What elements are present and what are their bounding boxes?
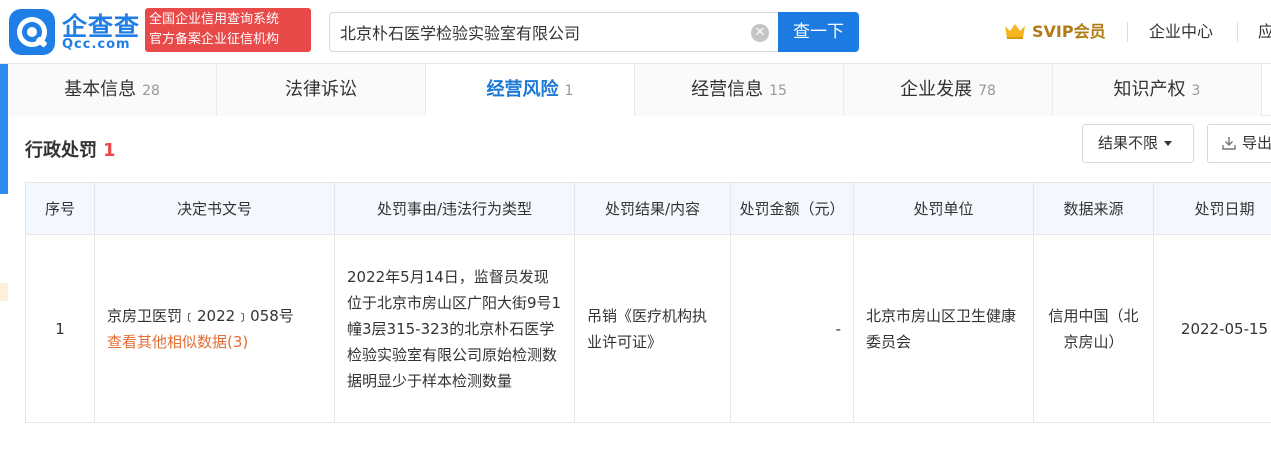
side-strip-highlight [0,283,8,301]
tab-label: 企业发展 [900,79,973,100]
top-header: 企查查 Qcc.com 全国企业信用查询系统 官方备案企业征信机构 ✕ 查一下 … [0,0,1271,64]
tab-basic-info[interactable]: 基本信息 28 [8,64,217,116]
download-icon [1222,137,1236,150]
divider [1237,22,1238,42]
cell-unit: 北京市房山区卫生健康委员会 [853,234,1034,423]
cell-source: 信用中国（北京房山） [1033,234,1154,423]
svip-label: SVIP会员 [1032,22,1106,41]
svip-member-link[interactable]: SVIP会员 [1004,21,1106,43]
qcc-logo-icon[interactable] [9,9,55,55]
tab-development[interactable]: 企业发展 78 [844,64,1053,116]
similar-data-link[interactable]: 查看其他相似数据(3) [107,329,322,355]
table-header-row: 序号 决定书文号 处罚事由/违法行为类型 处罚结果/内容 处罚金额（元） 处罚单… [25,182,1271,235]
col-header-index: 序号 [25,182,95,235]
tab-count: 3 [1191,83,1201,99]
col-header-source: 数据来源 [1033,182,1154,235]
search-button[interactable]: 查一下 [778,12,859,52]
section-title-label: 行政处罚 [25,140,97,161]
table-row: 1 京房卫医罚﹝2022﹞058号 查看其他相似数据(3) 2022年5月14日… [25,234,1271,423]
crown-icon [1005,24,1025,39]
penalty-table: 序号 决定书文号 处罚事由/违法行为类型 处罚结果/内容 处罚金额（元） 处罚单… [25,182,1271,423]
doc-number: 京房卫医罚﹝2022﹞058号 [107,306,294,325]
filter-label: 结果不限 [1098,134,1159,152]
divider [1127,22,1128,42]
col-header-date: 处罚日期 [1153,182,1271,235]
col-header-reason: 处罚事由/违法行为类型 [334,182,575,235]
tab-label: 基本信息 [64,79,137,100]
tab-operating-info[interactable]: 经营信息 15 [635,64,844,116]
search-box: ✕ [329,12,779,52]
tab-label: 知识产权 [1113,79,1186,100]
tab-legal[interactable]: 法律诉讼 [217,64,426,116]
clear-icon[interactable]: ✕ [751,24,769,42]
tab-count: 1 [564,83,574,99]
cell-doc-no: 京房卫医罚﹝2022﹞058号 查看其他相似数据(3) [94,234,335,423]
slogan-badge: 全国企业信用查询系统 官方备案企业征信机构 [145,8,311,52]
tab-count: 78 [978,83,996,99]
export-label: 导出 [1242,134,1271,152]
tab-ip[interactable]: 知识产权 3 [1053,64,1262,116]
cell-amount: - [730,234,854,423]
slogan-line-2: 官方备案企业征信机构 [149,32,280,47]
result-filter-dropdown[interactable]: 结果不限 [1082,124,1194,163]
search-input[interactable] [340,13,740,51]
cell-reason: 2022年5月14日，监督员发现位于北京市房山区广阳大街9号1幢3层315-32… [334,234,575,423]
col-header-amount: 处罚金额（元） [730,182,854,235]
tab-label: 法律诉讼 [285,79,357,100]
cell-result: 吊销《医疗机构执业许可证》 [574,234,731,423]
tab-label: 经营信息 [691,79,764,100]
caret-down-icon [1164,141,1173,146]
tab-count: 28 [142,83,160,99]
tab-operating-risk[interactable]: 经营风险 1 [426,64,635,116]
export-button[interactable]: 导出 [1207,124,1271,163]
logo-url: Qcc.com [62,37,131,52]
cell-index: 1 [25,234,95,423]
app-link[interactable]: 应 [1258,21,1271,43]
col-header-result: 处罚结果/内容 [574,182,731,235]
side-strip [0,64,8,194]
tab-bar: 基本信息 28 法律诉讼 经营风险 1 经营信息 15 企业发展 78 知识产权 3 [8,64,1271,116]
col-header-doc-no: 决定书文号 [94,182,335,235]
section-title: 行政处罚 1 [25,136,116,162]
enterprise-center-link[interactable]: 企业中心 [1149,21,1213,43]
cell-date: 2022-05-15 [1153,234,1271,423]
tab-label: 经营风险 [486,79,559,100]
col-header-unit: 处罚单位 [853,182,1034,235]
tab-count: 15 [769,83,787,99]
section-count: 1 [103,140,116,161]
slogan-line-1: 全国企业信用查询系统 [149,12,280,27]
